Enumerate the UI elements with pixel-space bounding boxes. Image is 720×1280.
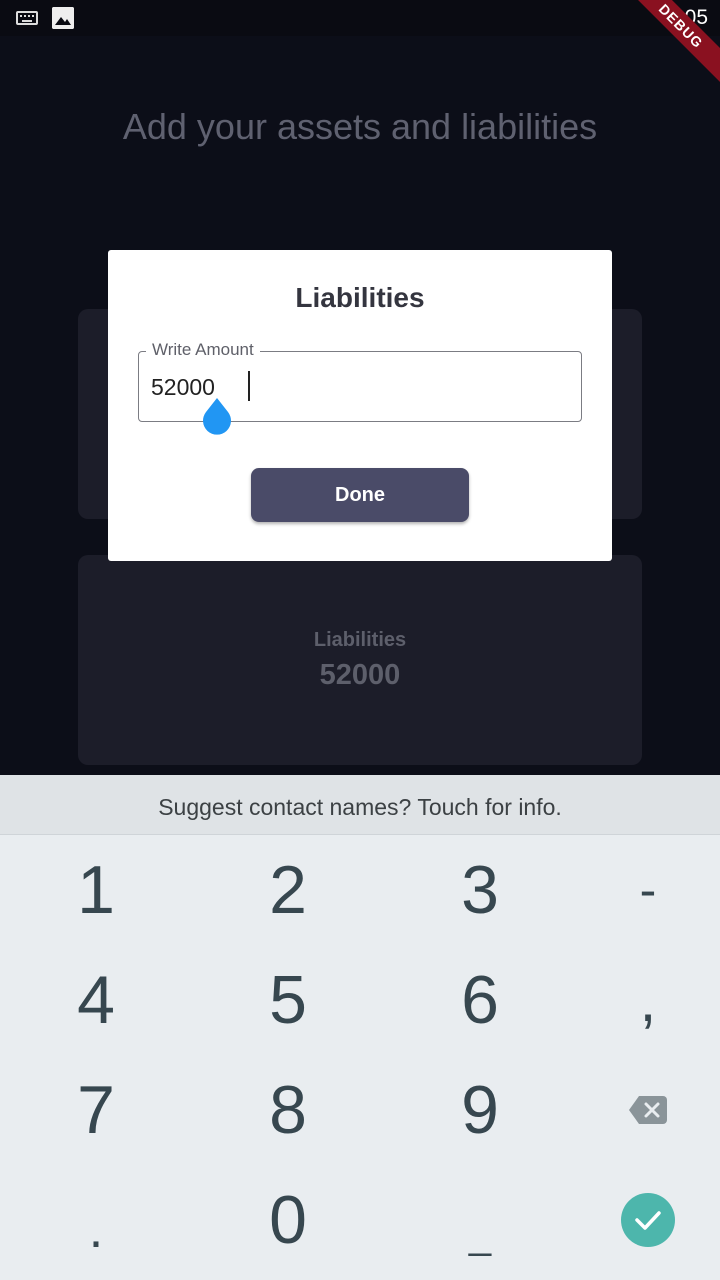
key-minus[interactable]: - (558, 835, 720, 945)
suggestion-bar[interactable]: Suggest contact names? Touch for info. (0, 775, 720, 835)
key-8[interactable]: 8 (198, 1055, 378, 1165)
amount-field-label: Write Amount (146, 340, 260, 360)
status-bar: 8:05 (0, 0, 720, 36)
page-title: Add your assets and liabilities (122, 106, 598, 147)
key-underscore[interactable]: _ (390, 1165, 570, 1275)
key-9[interactable]: 9 (390, 1055, 570, 1165)
liabilities-card-value: 52000 (319, 659, 401, 691)
cursor-handle-icon[interactable] (201, 398, 233, 438)
keyboard-icon (16, 11, 38, 25)
liabilities-card[interactable]: Liabilities 52000 (78, 555, 642, 765)
key-6[interactable]: 6 (390, 945, 570, 1055)
key-2[interactable]: 2 (198, 835, 378, 945)
liabilities-card-label: Liabilities (313, 629, 407, 651)
liabilities-dialog: Liabilities Write Amount Done (108, 250, 612, 561)
dialog-title: Liabilities (295, 282, 425, 313)
enter-key[interactable] (558, 1165, 720, 1275)
checkmark-icon (635, 1211, 661, 1230)
key-period[interactable]: . (6, 1165, 186, 1275)
key-comma[interactable]: , (558, 945, 720, 1055)
key-5[interactable]: 5 (198, 945, 378, 1055)
key-3[interactable]: 3 (390, 835, 570, 945)
key-4[interactable]: 4 (6, 945, 186, 1055)
backspace-key[interactable] (558, 1055, 720, 1165)
done-button[interactable]: Done (251, 468, 469, 522)
backspace-icon (629, 1096, 667, 1124)
image-icon (52, 7, 74, 29)
text-caret (248, 371, 250, 401)
numeric-keyboard: Suggest contact names? Touch for info. 1… (0, 775, 720, 1280)
key-7[interactable]: 7 (6, 1055, 186, 1165)
key-0[interactable]: 0 (198, 1165, 378, 1275)
key-1[interactable]: 1 (6, 835, 186, 945)
